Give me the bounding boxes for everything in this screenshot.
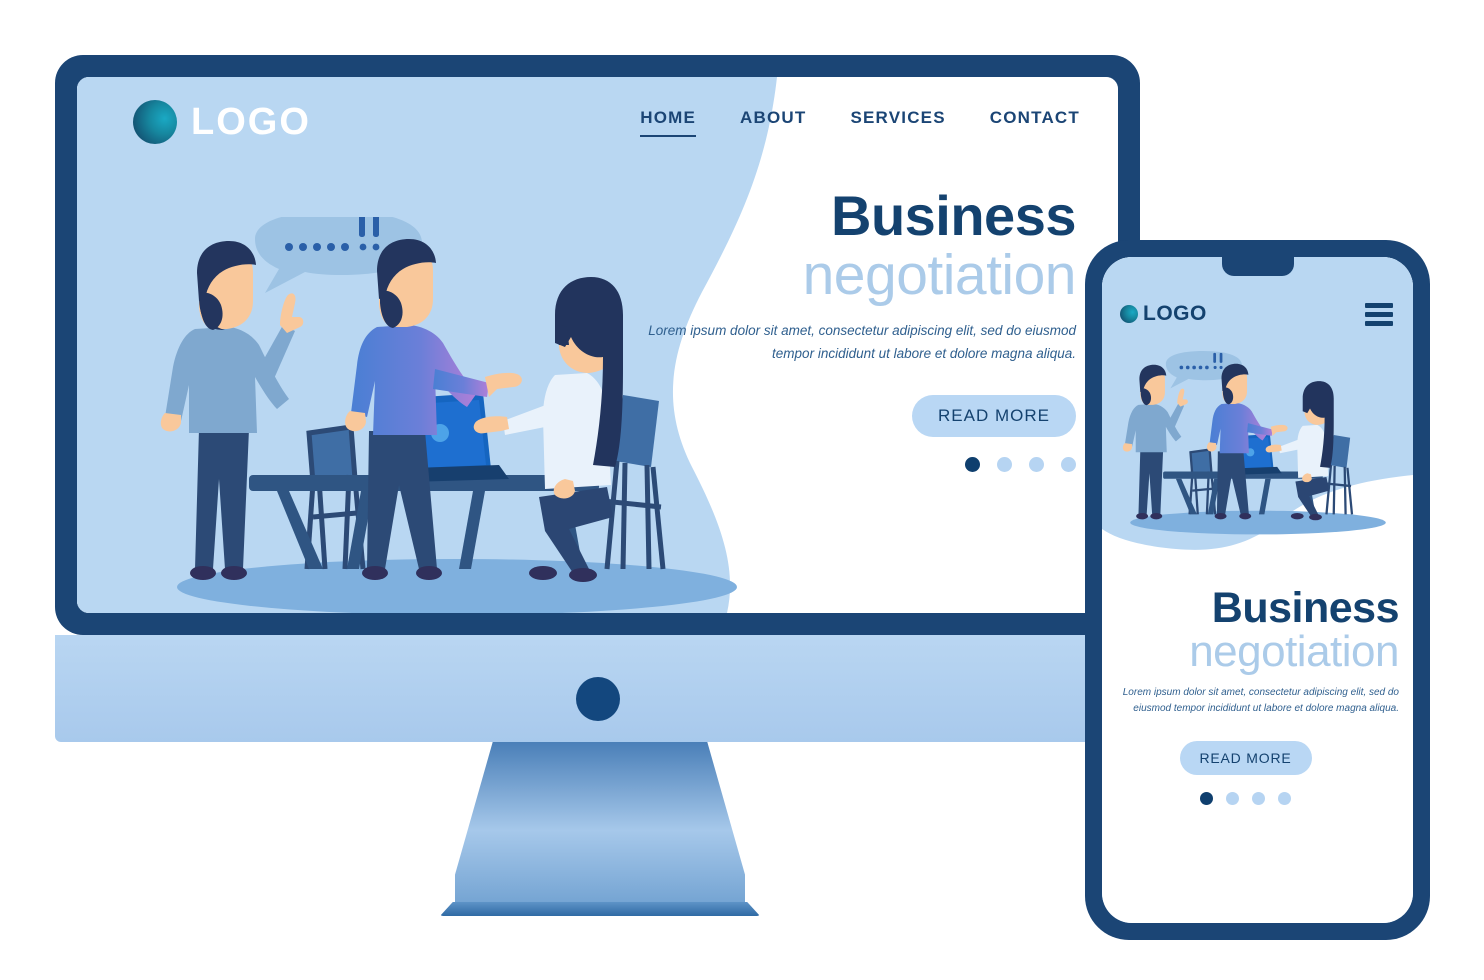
desktop-logo[interactable]: LOGO xyxy=(133,100,311,144)
phone-header: LOGO xyxy=(1102,291,1413,337)
phone-hero-title-bold: Business xyxy=(1211,584,1400,632)
phone-carousel-dot-2[interactable] xyxy=(1226,792,1239,805)
phone-screen: LOGO Business negotiation Lorem ipsum do… xyxy=(1102,257,1413,923)
phone-logo[interactable]: LOGO xyxy=(1120,302,1207,326)
carousel-dots xyxy=(646,456,1076,472)
page-root: LOGO HOME ABOUT SERVICES CONTACT Busines… xyxy=(0,0,1484,980)
read-more-button[interactable]: READ MORE xyxy=(912,394,1076,437)
phone-logo-label: LOGO xyxy=(1143,302,1207,325)
phone-logo-circle-icon xyxy=(1120,305,1138,323)
nav-item-contact[interactable]: CONTACT xyxy=(990,108,1080,137)
hero-paragraph: Lorem ipsum dolor sit amet, consectetur … xyxy=(648,323,1076,361)
phone-carousel-dot-4[interactable] xyxy=(1278,792,1291,805)
desktop-hero: Business negotiation Lorem ipsum dolor s… xyxy=(646,184,1077,472)
monitor-bezel: LOGO HOME ABOUT SERVICES CONTACT Busines… xyxy=(55,55,1140,635)
phone-hero-title-thin: negotiation xyxy=(1189,627,1399,676)
carousel-dot-1[interactable] xyxy=(965,456,980,472)
hamburger-menu-icon[interactable] xyxy=(1365,302,1393,326)
nav-item-about[interactable]: ABOUT xyxy=(740,108,806,137)
illustration-phone xyxy=(1122,351,1386,535)
carousel-dot-3[interactable] xyxy=(1029,456,1044,472)
monitor-stand-base xyxy=(440,902,760,916)
desktop-nav: HOME ABOUT SERVICES CONTACT xyxy=(640,108,1080,137)
desktop-monitor-mockup: LOGO HOME ABOUT SERVICES CONTACT Busines… xyxy=(55,55,1140,745)
logo-circle-icon xyxy=(133,100,177,144)
phone-bezel: LOGO Business negotiation Lorem ipsum do… xyxy=(1085,240,1430,940)
logo-label: LOGO xyxy=(191,100,311,143)
carousel-dot-2[interactable] xyxy=(997,456,1012,472)
phone-carousel-dots xyxy=(1102,792,1399,805)
hero-title-thin: negotiation xyxy=(802,243,1077,308)
phone-hero-paragraph: Lorem ipsum dolor sit amet, consectetur … xyxy=(1122,687,1399,714)
nav-item-home[interactable]: HOME xyxy=(640,108,697,137)
phone-hero: Business negotiation Lorem ipsum dolor s… xyxy=(1102,584,1400,805)
monitor-power-button[interactable] xyxy=(575,677,620,721)
carousel-dot-4[interactable] xyxy=(1061,456,1076,472)
hero-title-bold: Business xyxy=(831,184,1077,247)
phone-mockup: LOGO Business negotiation Lorem ipsum do… xyxy=(1085,240,1430,940)
nav-item-services[interactable]: SERVICES xyxy=(850,108,945,137)
phone-read-more-button[interactable]: READ MORE xyxy=(1179,741,1312,775)
desktop-header: LOGO HOME ABOUT SERVICES CONTACT xyxy=(77,77,1118,167)
monitor-stand xyxy=(455,742,745,912)
phone-notch xyxy=(1221,257,1294,276)
phone-carousel-dot-3[interactable] xyxy=(1252,792,1265,805)
phone-carousel-dot-1[interactable] xyxy=(1200,792,1213,805)
desktop-screen: LOGO HOME ABOUT SERVICES CONTACT Busines… xyxy=(77,77,1118,613)
